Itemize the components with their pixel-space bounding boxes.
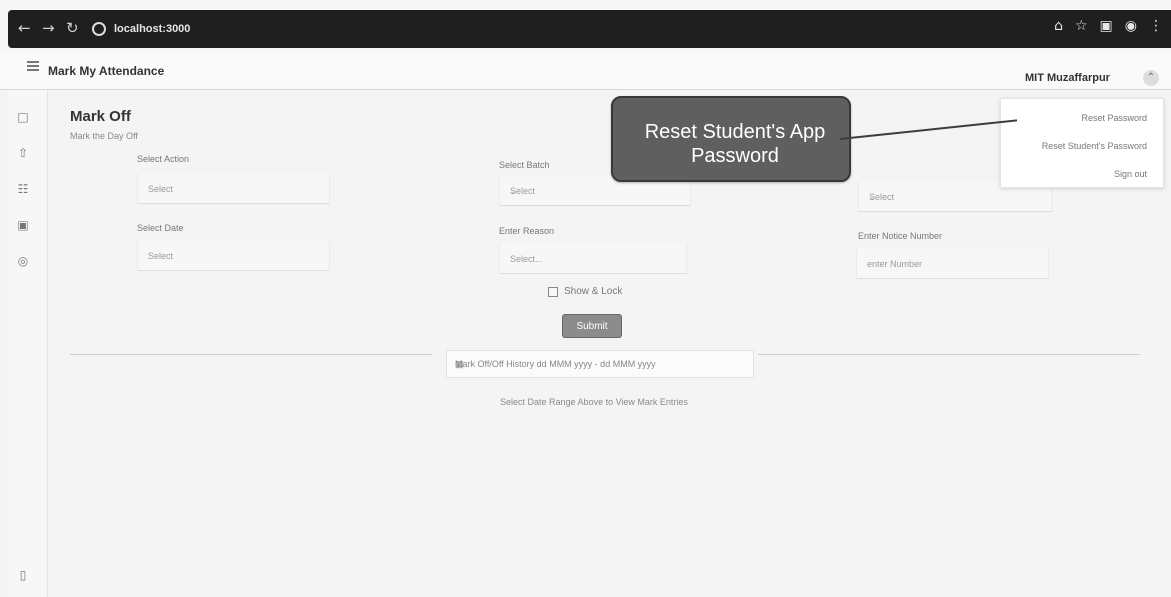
calendar-range-icon[interactable]: ▦ [455,359,743,370]
profile-icon[interactable]: ◉ [1125,18,1137,34]
app-title: Mark My Attendance [48,64,165,78]
chevron-down-icon: ⌄ [869,192,877,202]
user-icon[interactable]: ⌃ [1143,70,1159,86]
users-icon[interactable]: ☷ [16,182,30,196]
page-title: Mark Off [70,108,131,125]
action-label: Select Action [137,154,190,164]
sidebar: □ ⇧ ☷ ▣ ◎ ▯ [8,90,48,597]
date-input[interactable]: Select [137,241,330,271]
user-dropdown-menu: Reset Password Reset Student's Password … [1000,98,1164,188]
history-date-range[interactable]: Mark Off/Off History dd MMM yyyy - dd MM… [446,350,754,378]
url-text[interactable]: localhost:3000 [114,23,190,35]
menu-item-reset-password[interactable]: Reset Password [1081,113,1147,123]
action-select[interactable]: Select [137,174,330,204]
menu-icon[interactable] [27,61,39,71]
divider-right [758,354,1140,355]
notice-label: Enter Notice Number [858,231,943,241]
divider-left [70,354,432,355]
reason-input[interactable]: Select... [499,244,687,274]
browser-actions: ⌂ ☆ ▣ ◉ ⋮ [1054,18,1163,34]
menu-item-sign-out[interactable]: Sign out [1114,169,1147,179]
forward-icon[interactable]: → [42,19,55,37]
batch-label: Select Batch [499,160,550,170]
chevron-down-icon: ⌄ [510,186,518,196]
menu-item-reset-student-password[interactable]: Reset Student's Password [1042,141,1147,151]
notice-input[interactable]: enter Number [856,249,1049,279]
show-lock-label[interactable]: Show & Lock [564,286,622,297]
calendar-icon[interactable]: □ [16,110,30,124]
page-subtitle: Mark the Day Off [70,131,138,141]
user-name[interactable]: MIT Muzaffarpur [1025,72,1110,84]
browser-toolbar: ← → ↻ localhost:3000 ⌂ ☆ ▣ ◉ ⋮ [8,10,1171,48]
date-input-value: Select [148,251,174,261]
reset-student-password-callout: Reset Student's App Password [611,96,851,182]
id-card-icon[interactable]: ▣ [16,218,30,232]
document-icon[interactable]: ▯ [16,568,30,582]
reason-input-value: Select... [510,254,543,264]
show-lock-checkbox[interactable] [548,287,558,297]
upload-icon[interactable]: ⇧ [16,146,30,160]
app-header: Mark My Attendance MIT Muzaffarpur ⌃ [0,52,1171,90]
date-label: Select Date [137,223,184,233]
address-bar[interactable]: localhost:3000 [92,14,1082,44]
site-info-icon[interactable] [92,22,106,36]
key-icon[interactable]: ⌂ [1054,18,1063,34]
settings-icon[interactable]: ◎ [16,254,30,268]
browser-chrome: ← → ↻ localhost:3000 ⌂ ☆ ▣ ◉ ⋮ [0,0,1171,52]
star-icon[interactable]: ☆ [1075,18,1088,34]
reload-icon[interactable]: ↻ [66,19,79,37]
reason-label: Enter Reason [499,226,555,236]
history-hint: Select Date Range Above to View Mark Ent… [500,397,688,407]
callout-text: Reset Student's App Password [644,121,826,167]
browser-menu-icon[interactable]: ⋮ [1149,18,1163,34]
back-icon[interactable]: ← [18,19,31,37]
extension-icon[interactable]: ▣ [1100,18,1113,34]
notice-input-value: enter Number [867,259,923,269]
action-select-value: Select [148,184,174,194]
submit-button[interactable]: Submit [562,314,622,338]
